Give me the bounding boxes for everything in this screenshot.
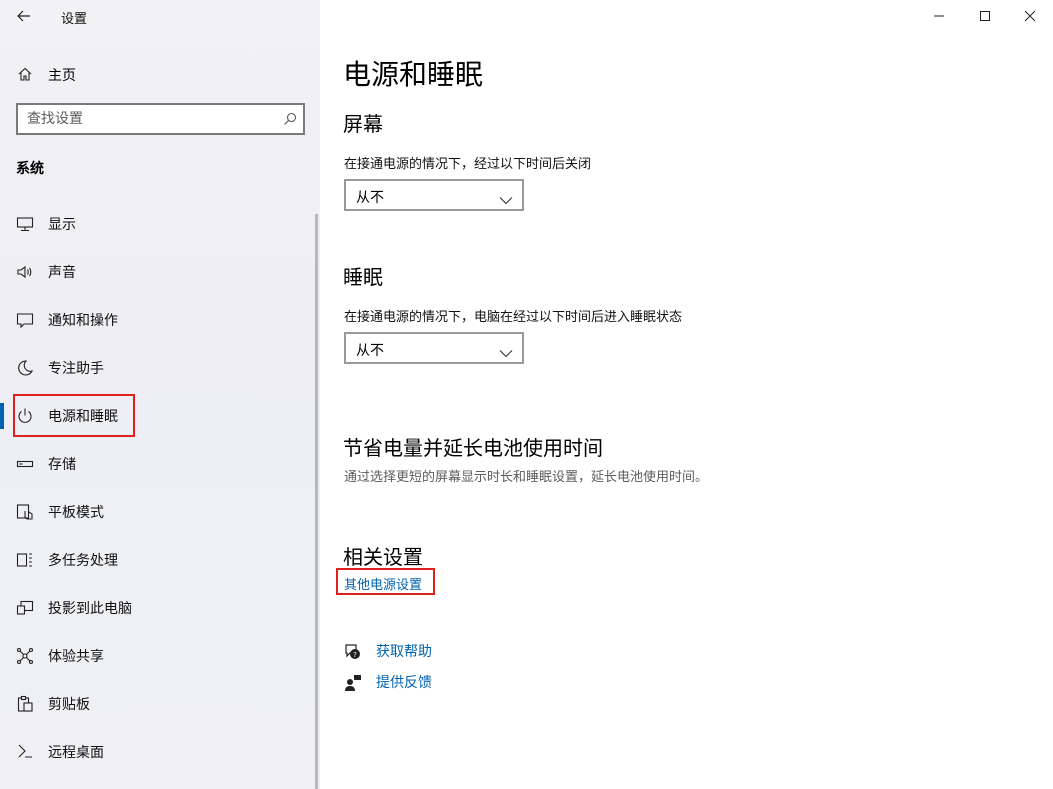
get-help-row[interactable]: ? 获取帮助	[344, 641, 544, 663]
sidebar-item-project[interactable]: 投影到此电脑	[0, 585, 320, 631]
search-icon	[283, 111, 297, 130]
svg-text:?: ?	[353, 651, 357, 659]
sidebar-item-remote-desktop[interactable]: 远程桌面	[0, 729, 320, 775]
clipboard-icon	[16, 695, 34, 713]
sidebar-item-display[interactable]: 显示	[0, 201, 320, 247]
sidebar-item-label: 平板模式	[48, 505, 104, 521]
minimize-button[interactable]	[916, 0, 962, 32]
maximize-icon	[980, 11, 990, 21]
sidebar-item-sound[interactable]: 声音	[0, 249, 320, 295]
section-label: 系统	[16, 161, 44, 177]
sidebar-scrollbar[interactable]	[315, 214, 318, 789]
highlight-box	[13, 394, 135, 437]
screen-description: 在接通电源的情况下，经过以下时间后关闭	[344, 157, 592, 172]
sidebar-item-label: 通知和操作	[48, 313, 118, 329]
speaker-icon	[16, 263, 34, 281]
search-box[interactable]	[16, 103, 305, 135]
battery-description: 通过选择更短的屏幕显示时长和睡眠设置，延长电池使用时间。	[344, 470, 709, 485]
sidebar-item-notifications[interactable]: 通知和操作	[0, 297, 320, 343]
minimize-icon	[934, 15, 944, 17]
storage-icon	[16, 455, 34, 473]
screen-timeout-value: 从不	[356, 190, 384, 206]
sidebar-item-label: 多任务处理	[48, 553, 118, 569]
highlight-box	[336, 568, 435, 595]
sidebar-item-label: 剪贴板	[48, 697, 90, 713]
sidebar-item-shared-experiences[interactable]: 体验共享	[0, 633, 320, 679]
home-label: 主页	[48, 68, 76, 84]
multitask-icon	[16, 551, 34, 569]
sleep-heading: 睡眠	[343, 265, 383, 289]
sidebar-item-focus-assist[interactable]: 专注助手	[0, 345, 320, 391]
sleep-timeout-value: 从不	[356, 343, 384, 359]
app-title: 设置	[61, 12, 88, 27]
home-nav[interactable]: 主页	[0, 58, 320, 90]
back-arrow-icon	[17, 10, 30, 22]
share-icon	[16, 647, 34, 665]
help-chat-icon: ?	[344, 643, 362, 665]
notification-icon	[16, 311, 34, 329]
sidebar-item-label: 声音	[48, 265, 76, 281]
titlebar-left: 设置	[0, 0, 320, 34]
sleep-description: 在接通电源的情况下，电脑在经过以下时间后进入睡眠状态	[344, 310, 683, 325]
sidebar-item-label: 显示	[48, 217, 76, 233]
sidebar-item-label: 体验共享	[48, 649, 104, 665]
moon-icon	[16, 359, 34, 377]
feedback-row[interactable]: 提供反馈	[344, 672, 544, 694]
sidebar-item-label: 投影到此电脑	[48, 601, 132, 617]
feedback-icon	[344, 674, 362, 696]
active-indicator	[0, 403, 4, 429]
display-icon	[16, 215, 34, 233]
sidebar-item-tablet[interactable]: 平板模式	[0, 489, 320, 535]
chevron-down-icon	[499, 343, 513, 362]
get-help-link[interactable]: 获取帮助	[376, 641, 432, 661]
sleep-timeout-dropdown[interactable]: 从不	[344, 332, 524, 364]
sidebar-item-label: 远程桌面	[48, 745, 104, 761]
maximize-button[interactable]	[962, 0, 1008, 32]
remote-icon	[16, 743, 34, 761]
main-content: 电源和睡眠 屏幕 在接通电源的情况下，经过以下时间后关闭 从不 睡眠 在接通电源…	[320, 0, 1053, 789]
sidebar: 设置 主页 系统 显示 声音 通知和操作 专注助手 电源和睡眠 存储	[0, 0, 320, 789]
battery-heading: 节省电量并延长电池使用时间	[343, 436, 603, 460]
page-title: 电源和睡眠	[343, 58, 484, 91]
close-button[interactable]	[1007, 0, 1053, 32]
sidebar-item-clipboard[interactable]: 剪贴板	[0, 681, 320, 727]
project-icon	[16, 599, 34, 617]
feedback-link[interactable]: 提供反馈	[376, 672, 432, 692]
sidebar-item-label: 存储	[48, 457, 76, 473]
sidebar-item-storage[interactable]: 存储	[0, 441, 320, 487]
sidebar-item-label: 专注助手	[48, 361, 104, 377]
tablet-icon	[16, 503, 34, 521]
chevron-down-icon	[499, 190, 513, 209]
screen-timeout-dropdown[interactable]: 从不	[344, 179, 524, 211]
close-icon	[1024, 10, 1036, 22]
search-input[interactable]	[18, 105, 258, 133]
screen-heading: 屏幕	[343, 112, 383, 136]
home-icon	[17, 66, 33, 86]
sidebar-item-multitasking[interactable]: 多任务处理	[0, 537, 320, 583]
back-button[interactable]	[10, 4, 38, 28]
related-settings-heading: 相关设置	[343, 545, 423, 569]
